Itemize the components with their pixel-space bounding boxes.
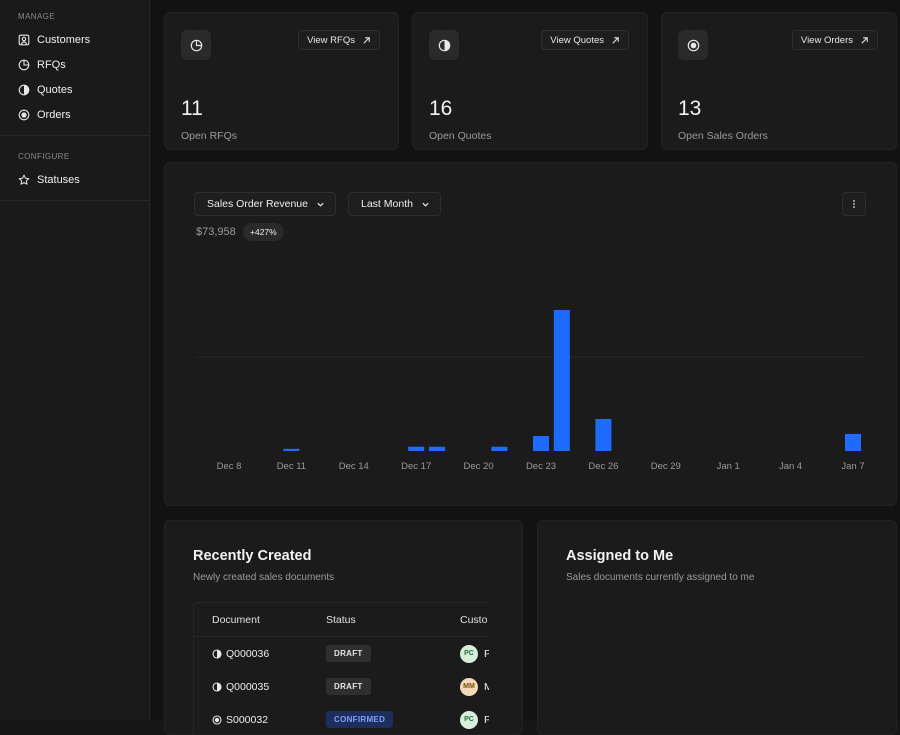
stat-card-quotes: View Quotes 16 Open Quotes — [412, 12, 648, 150]
stat-value: 13 — [678, 97, 702, 120]
panel-title: Assigned to Me — [566, 548, 674, 564]
status-cell: CONFIRMED — [326, 703, 394, 734]
x-tick-label: Dec 29 — [651, 461, 681, 472]
document-cell[interactable]: Q000036 — [212, 637, 269, 670]
x-tick-label: Dec 11 — [277, 461, 306, 472]
stat-icon-box — [429, 30, 459, 60]
target-icon — [18, 109, 30, 120]
sidebar-item-label: Orders — [37, 108, 71, 121]
stat-card-rfqs: View RFQs 11 Open RFQs — [164, 12, 399, 150]
stat-label: Open RFQs — [181, 130, 238, 142]
sidebar-heading: MANAGE — [18, 12, 56, 21]
sidebar-section-manage: MANAGE Customers RFQs Quotes Orders — [0, 0, 149, 136]
half-circle-icon — [438, 39, 450, 51]
chart-bar[interactable] — [408, 446, 425, 451]
stat-icon-box — [181, 30, 211, 60]
status-badge: DRAFT — [326, 678, 371, 695]
status-badge: DRAFT — [326, 645, 371, 662]
document-cell[interactable]: Q000035 — [212, 670, 269, 703]
x-tick-label: Dec 23 — [526, 461, 556, 472]
star-icon — [18, 174, 30, 185]
chart-bar[interactable] — [491, 446, 508, 451]
view-orders-button[interactable]: View Orders — [791, 30, 878, 50]
document-id: Q000035 — [226, 680, 270, 693]
pie-icon — [18, 59, 30, 70]
x-tick-label: Dec 17 — [401, 461, 431, 472]
status-cell: DRAFT — [326, 670, 371, 703]
avatar: MM — [460, 677, 478, 696]
sidebar-item-statuses[interactable]: Statuses — [0, 167, 149, 192]
panel-title: Recently Created — [193, 548, 312, 564]
stat-label: Open Quotes — [429, 130, 492, 142]
sidebar-item-label: Statuses — [37, 173, 80, 186]
stat-icon-box — [678, 30, 708, 60]
stat-card-orders: View Orders 13 Open Sales Orders — [661, 12, 897, 150]
table-row[interactable]: Q000036 DRAFT PC P — [194, 637, 489, 670]
chart-bar[interactable] — [553, 310, 570, 451]
sidebar-heading: CONFIGURE — [18, 152, 70, 161]
half-circle-icon — [212, 648, 222, 659]
assigned-to-me-panel: Assigned to Me Sales documents currently… — [537, 520, 897, 735]
arrow-up-right-icon — [612, 36, 619, 44]
view-rfqs-button[interactable]: View RFQs — [298, 30, 380, 50]
sidebar-section-configure: CONFIGURE Statuses — [0, 136, 149, 201]
sidebar-item-label: Quotes — [37, 83, 73, 96]
x-tick-label: Jan 1 — [717, 461, 740, 472]
sidebar: MANAGE Customers RFQs Quotes Orders CONF… — [0, 0, 150, 720]
x-tick-label: Jan 7 — [841, 461, 864, 472]
sidebar-item-orders[interactable]: Orders — [0, 102, 149, 127]
stat-label: Open Sales Orders — [678, 130, 768, 142]
main-content: View RFQs 11 Open RFQs View Quotes 16 Op… — [151, 0, 900, 735]
column-header-customer[interactable]: Custo — [460, 603, 487, 636]
revenue-bar-chart: Dec 8 Dec 11 Dec 14 Dec 17 Dec 20 Dec 23 Dec 2… — [197, 310, 865, 472]
panel-subtitle: Newly created sales documents — [193, 572, 335, 583]
column-header-document[interactable]: Document — [212, 603, 260, 636]
x-tick-label: Dec 26 — [588, 461, 618, 472]
arrow-up-right-icon — [363, 36, 370, 44]
chart-bar[interactable] — [595, 418, 612, 451]
customer-icon — [18, 34, 30, 45]
customer-cell: MM M — [460, 670, 489, 703]
chart-bar[interactable] — [533, 436, 549, 451]
chart-bar[interactable] — [845, 433, 861, 451]
recent-documents-table: Document Status Custo Q000036 DRAFT PC P — [193, 602, 489, 734]
view-quotes-label: View Quotes — [550, 34, 604, 46]
table-row[interactable]: S000032 CONFIRMED PC P — [194, 703, 489, 734]
customer-name: M — [484, 681, 489, 693]
customer-cell: PC P — [460, 703, 489, 734]
chart-bar[interactable] — [429, 446, 445, 451]
status-cell: DRAFT — [326, 637, 371, 670]
view-orders-label: View Orders — [800, 34, 853, 46]
half-circle-icon — [212, 681, 222, 692]
view-quotes-button[interactable]: View Quotes — [541, 30, 629, 50]
x-tick-label: Dec 14 — [339, 461, 369, 472]
avatar: PC — [460, 644, 478, 663]
x-tick-label: Dec 20 — [464, 461, 494, 472]
half-circle-icon — [18, 84, 30, 95]
sidebar-item-label: RFQs — [37, 58, 66, 71]
view-rfqs-label: View RFQs — [307, 34, 355, 46]
sidebar-item-label: Customers — [37, 33, 91, 46]
customer-cell: PC P — [460, 637, 489, 670]
chart-bar[interactable] — [283, 448, 300, 451]
stat-value: 11 — [181, 97, 203, 120]
panel-subtitle: Sales documents currently assigned to me — [566, 572, 755, 583]
target-icon — [687, 39, 699, 51]
sidebar-item-rfqs[interactable]: RFQs — [0, 52, 149, 77]
sidebar-item-quotes[interactable]: Quotes — [0, 77, 149, 102]
column-header-status[interactable]: Status — [326, 603, 356, 636]
stat-value: 16 — [429, 97, 453, 120]
recently-created-panel: Recently Created Newly created sales doc… — [164, 520, 523, 735]
document-id: Q000036 — [226, 647, 270, 660]
sidebar-item-customers[interactable]: Customers — [0, 27, 149, 52]
table-row[interactable]: Q000035 DRAFT MM M — [194, 670, 489, 703]
document-cell[interactable]: S000032 — [212, 703, 268, 734]
revenue-chart-card: Sales Order Revenue Last Month $73,958 +… — [164, 162, 897, 506]
customer-name: P — [484, 648, 489, 660]
x-tick-label: Jan 4 — [779, 461, 802, 472]
x-tick-label: Dec 8 — [217, 461, 242, 472]
arrow-up-right-icon — [861, 36, 868, 44]
pie-icon — [190, 39, 202, 51]
